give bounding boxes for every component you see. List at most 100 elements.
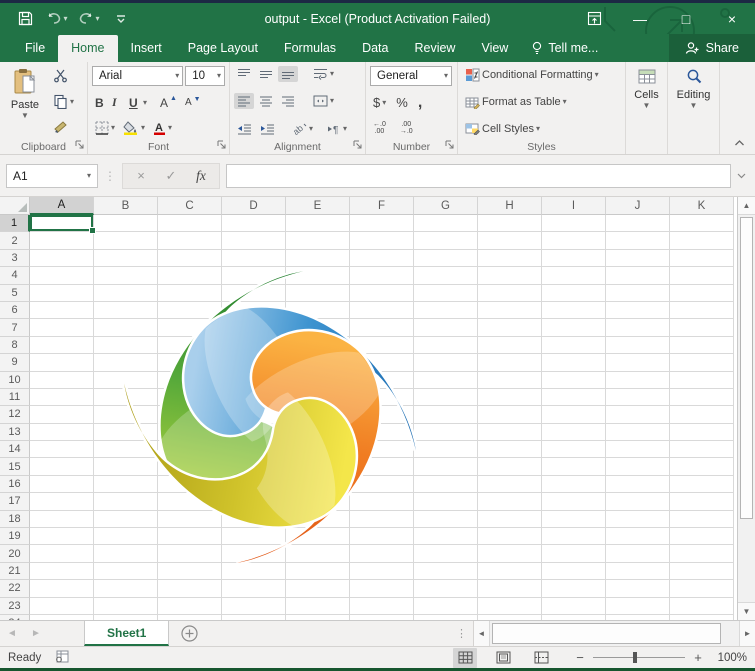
cell-B2[interactable] xyxy=(94,232,158,249)
column-header-K[interactable]: K xyxy=(670,197,734,215)
cell-G3[interactable] xyxy=(414,250,478,267)
cell-H17[interactable] xyxy=(478,493,542,510)
cell-K2[interactable] xyxy=(670,232,734,249)
cell-K6[interactable] xyxy=(670,302,734,319)
row-header-21[interactable]: 21 xyxy=(0,563,30,580)
share-button[interactable]: Share xyxy=(669,34,755,62)
cell-A8[interactable] xyxy=(30,337,94,354)
formula-bar-splitter[interactable]: ⋮ xyxy=(104,169,116,183)
cell-I6[interactable] xyxy=(542,302,606,319)
row-header-16[interactable]: 16 xyxy=(0,476,30,493)
cell-E23[interactable] xyxy=(286,598,350,615)
cell-J24[interactable] xyxy=(606,615,670,620)
cell-I22[interactable] xyxy=(542,580,606,597)
cell-E1[interactable] xyxy=(286,215,350,232)
cell-A5[interactable] xyxy=(30,285,94,302)
format-as-table-button[interactable]: Format as Table ▾ xyxy=(462,94,621,111)
cell-H1[interactable] xyxy=(478,215,542,232)
cell-G11[interactable] xyxy=(414,389,478,406)
cell-H3[interactable] xyxy=(478,250,542,267)
cell-styles-button[interactable]: Cell Styles ▾ xyxy=(462,120,621,137)
cell-styles-dropdown-icon[interactable]: ▾ xyxy=(536,126,540,132)
cell-I20[interactable] xyxy=(542,545,606,562)
cell-K23[interactable] xyxy=(670,598,734,615)
comma-style-button[interactable]: , xyxy=(415,97,425,109)
text-direction-button[interactable]: ¶▾ xyxy=(324,121,350,137)
view-normal-button[interactable] xyxy=(453,648,477,668)
row-header-12[interactable]: 12 xyxy=(0,406,30,423)
row-header-11[interactable]: 11 xyxy=(0,389,30,406)
cell-A3[interactable] xyxy=(30,250,94,267)
cell-I13[interactable] xyxy=(542,424,606,441)
cell-I10[interactable] xyxy=(542,372,606,389)
align-left-button[interactable] xyxy=(234,93,254,109)
cell-G12[interactable] xyxy=(414,406,478,423)
view-page-layout-button[interactable] xyxy=(491,648,515,668)
cell-G20[interactable] xyxy=(414,545,478,562)
cell-K11[interactable] xyxy=(670,389,734,406)
tab-data[interactable]: Data xyxy=(349,35,401,62)
undo-dropdown-icon[interactable]: ▾ xyxy=(63,14,67,23)
cell-G6[interactable] xyxy=(414,302,478,319)
cell-E22[interactable] xyxy=(286,580,350,597)
row-header-13[interactable]: 13 xyxy=(0,424,30,441)
cell-G19[interactable] xyxy=(414,528,478,545)
fill-color-dropdown-icon[interactable]: ▾ xyxy=(141,125,145,131)
scroll-up-button[interactable]: ▲ xyxy=(738,197,755,215)
borders-dropdown-icon[interactable]: ▾ xyxy=(111,125,115,131)
editing-button[interactable]: Editing ▼ xyxy=(670,65,717,112)
horizontal-scroll-thumb[interactable] xyxy=(492,623,721,644)
cell-C24[interactable] xyxy=(158,615,222,620)
cell-J17[interactable] xyxy=(606,493,670,510)
orientation-button[interactable]: ab▾ xyxy=(290,120,316,137)
cell-C23[interactable] xyxy=(158,598,222,615)
number-format-dropdown-icon[interactable]: ▾ xyxy=(444,73,448,79)
font-size-combo[interactable]: 10 ▾ xyxy=(185,66,225,86)
align-bottom-button[interactable] xyxy=(278,66,298,82)
cell-A10[interactable] xyxy=(30,372,94,389)
decrease-decimal-button[interactable]: .00→.0 xyxy=(397,119,416,137)
formula-bar-expand-icon[interactable] xyxy=(733,171,749,181)
accounting-format-button[interactable]: $▾ xyxy=(370,93,389,112)
cell-F1[interactable] xyxy=(350,215,414,232)
name-box[interactable]: A1 ▾ xyxy=(6,164,98,188)
underline-button[interactable]: U xyxy=(126,94,141,112)
cell-I21[interactable] xyxy=(542,563,606,580)
cell-J21[interactable] xyxy=(606,563,670,580)
cell-J15[interactable] xyxy=(606,458,670,475)
align-right-button[interactable] xyxy=(278,93,298,109)
row-header-5[interactable]: 5 xyxy=(0,285,30,302)
cell-J20[interactable] xyxy=(606,545,670,562)
cell-H19[interactable] xyxy=(478,528,542,545)
cell-J3[interactable] xyxy=(606,250,670,267)
paste-button[interactable]: Paste ▼ xyxy=(2,65,48,138)
row-header-22[interactable]: 22 xyxy=(0,580,30,597)
cell-A9[interactable] xyxy=(30,354,94,371)
zoom-slider-thumb[interactable] xyxy=(633,652,637,663)
cell-G23[interactable] xyxy=(414,598,478,615)
cell-H21[interactable] xyxy=(478,563,542,580)
save-button[interactable] xyxy=(14,9,36,29)
column-header-J[interactable]: J xyxy=(606,197,670,215)
cell-K18[interactable] xyxy=(670,511,734,528)
sheet-nav-right-icon[interactable]: ► xyxy=(24,621,48,646)
cell-J2[interactable] xyxy=(606,232,670,249)
cell-J12[interactable] xyxy=(606,406,670,423)
cell-K7[interactable] xyxy=(670,319,734,336)
tab-formulas[interactable]: Formulas xyxy=(271,35,349,62)
cell-K12[interactable] xyxy=(670,406,734,423)
cell-I7[interactable] xyxy=(542,319,606,336)
font-dialog-launcher[interactable] xyxy=(217,140,226,152)
cell-H2[interactable] xyxy=(478,232,542,249)
view-page-break-button[interactable] xyxy=(529,648,553,668)
sheet-tab-sheet1[interactable]: Sheet1 xyxy=(84,621,169,646)
format-as-table-dropdown-icon[interactable]: ▾ xyxy=(563,99,567,105)
vertical-scroll-track[interactable] xyxy=(738,215,755,602)
cell-H16[interactable] xyxy=(478,476,542,493)
cell-A18[interactable] xyxy=(30,511,94,528)
cell-H15[interactable] xyxy=(478,458,542,475)
cell-A16[interactable] xyxy=(30,476,94,493)
add-sheet-button[interactable] xyxy=(169,621,209,646)
decrease-font-size-button[interactable]: A▼ xyxy=(182,95,204,110)
cell-C2[interactable] xyxy=(158,232,222,249)
